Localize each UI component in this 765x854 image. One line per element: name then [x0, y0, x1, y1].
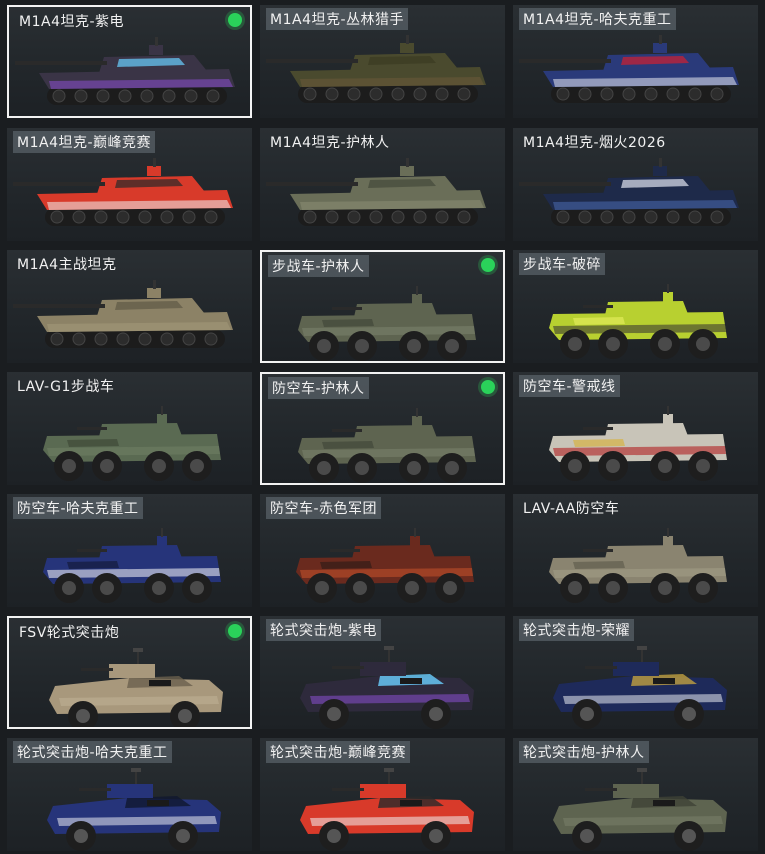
- skin-name-label: M1A4坦克-护林人: [270, 135, 390, 151]
- skin-name-label: 轮式突击炮-紫电: [266, 619, 382, 641]
- vehicle-skin-card[interactable]: FSV轮式突击炮: [7, 616, 252, 729]
- skin-name-label: 防空车-赤色军团: [266, 497, 382, 519]
- vehicle-skin-card[interactable]: LAV-G1步战车: [7, 372, 252, 485]
- skin-name-label: M1A4主战坦克: [17, 257, 117, 273]
- skin-name-label: LAV-AA防空车: [523, 501, 620, 517]
- vehicle-skin-card[interactable]: M1A4坦克-丛林猎手: [260, 5, 505, 118]
- vehicle-skin-card[interactable]: 防空车-警戒线: [513, 372, 758, 485]
- vehicle-skin-card[interactable]: 轮式突击炮-哈夫克重工: [7, 738, 252, 851]
- skin-name-label: 防空车-护林人: [268, 377, 369, 399]
- vehicle-skin-card[interactable]: M1A4坦克-哈夫克重工: [513, 5, 758, 118]
- assault-vehicle-image: [300, 768, 474, 851]
- vehicle-skin-card[interactable]: 防空车-赤色军团: [260, 494, 505, 607]
- equipped-indicator-icon: [481, 258, 495, 272]
- armored-vehicle-image: [549, 406, 727, 481]
- skin-name-label: LAV-G1步战车: [17, 379, 115, 395]
- tank-image: [266, 35, 486, 103]
- vehicle-skin-card[interactable]: 轮式突击炮-紫电: [260, 616, 505, 729]
- skin-name-label: 轮式突击炮-哈夫克重工: [13, 741, 172, 763]
- vehicle-skin-card[interactable]: M1A4坦克-护林人: [260, 128, 505, 241]
- skin-name-label: M1A4坦克-巅峰竞赛: [13, 131, 156, 153]
- equipped-indicator-icon: [228, 13, 242, 27]
- assault-vehicle-image: [300, 646, 474, 729]
- assault-vehicle-image: [47, 768, 221, 851]
- armored-vehicle-image: [296, 528, 474, 603]
- vehicle-skin-card[interactable]: 步战车-破碎: [513, 250, 758, 363]
- vehicle-skin-card[interactable]: M1A4主战坦克: [7, 250, 252, 363]
- vehicle-skin-card[interactable]: M1A4坦克-巅峰竞赛: [7, 128, 252, 241]
- skin-name-label: 防空车-哈夫克重工: [13, 497, 143, 519]
- tank-image: [266, 158, 486, 226]
- tank-image: [519, 35, 739, 103]
- assault-vehicle-image: [49, 648, 223, 727]
- skin-name-label: 轮式突击炮-荣耀: [519, 619, 635, 641]
- armored-vehicle-image: [298, 408, 476, 483]
- vehicle-skin-card[interactable]: 步战车-护林人: [260, 250, 505, 363]
- vehicle-skin-card[interactable]: 轮式突击炮-巅峰竞赛: [260, 738, 505, 851]
- vehicle-skin-card[interactable]: 防空车-哈夫克重工: [7, 494, 252, 607]
- skin-name-label: M1A4坦克-哈夫克重工: [519, 8, 676, 30]
- skin-name-label: M1A4坦克-紫电: [19, 14, 125, 30]
- tank-image: [15, 37, 235, 105]
- skin-name-label: FSV轮式突击炮: [19, 625, 120, 641]
- skin-name-label: M1A4坦克-烟火2026: [523, 135, 666, 151]
- armored-vehicle-image: [549, 528, 727, 603]
- skin-name-label: M1A4坦克-丛林猎手: [266, 8, 409, 30]
- vehicle-skin-grid: M1A4坦克-紫电 M1A4坦克-丛林猎手 M1A4坦克-哈夫克重工 M1A4坦克-巅…: [0, 0, 765, 854]
- armored-vehicle-image: [298, 286, 476, 361]
- vehicle-skin-card[interactable]: M1A4坦克-紫电: [7, 5, 252, 118]
- skin-name-label: 步战车-护林人: [268, 255, 369, 277]
- equipped-indicator-icon: [228, 624, 242, 638]
- tank-image: [519, 158, 739, 226]
- armored-vehicle-image: [43, 528, 221, 603]
- equipped-indicator-icon: [481, 380, 495, 394]
- skin-name-label: 步战车-破碎: [519, 253, 606, 275]
- vehicle-skin-card[interactable]: M1A4坦克-烟火2026: [513, 128, 758, 241]
- assault-vehicle-image: [553, 646, 727, 729]
- vehicle-skin-card[interactable]: 轮式突击炮-护林人: [513, 738, 758, 851]
- vehicle-skin-card[interactable]: LAV-AA防空车: [513, 494, 758, 607]
- armored-vehicle-image: [43, 406, 221, 481]
- armored-vehicle-image: [549, 284, 727, 359]
- skin-name-label: 轮式突击炮-护林人: [519, 741, 649, 763]
- tank-image: [13, 280, 233, 348]
- tank-image: [13, 158, 233, 226]
- vehicle-skin-card[interactable]: 防空车-护林人: [260, 372, 505, 485]
- assault-vehicle-image: [553, 768, 727, 851]
- skin-name-label: 轮式突击炮-巅峰竞赛: [266, 741, 411, 763]
- vehicle-skin-card[interactable]: 轮式突击炮-荣耀: [513, 616, 758, 729]
- skin-name-label: 防空车-警戒线: [519, 375, 620, 397]
